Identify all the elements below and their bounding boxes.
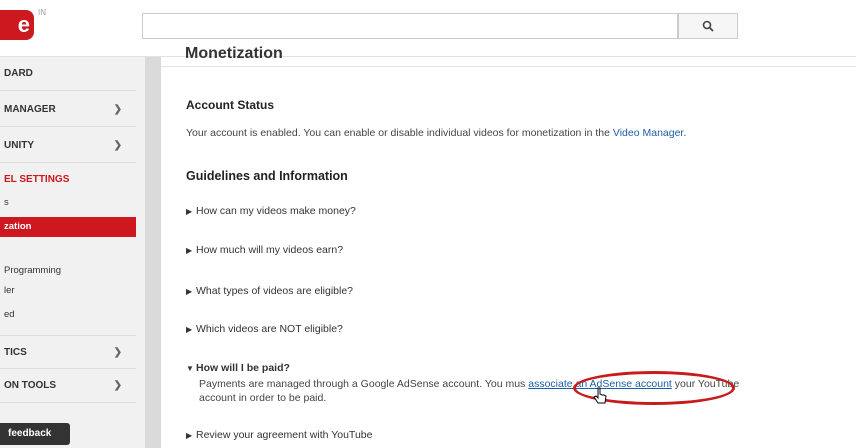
- faq-item[interactable]: ▶ How can my videos make money?: [186, 205, 356, 217]
- feedback-button[interactable]: feedback: [0, 423, 70, 445]
- search-input[interactable]: [142, 13, 678, 39]
- sidebar-item-label: MANAGER: [4, 104, 56, 115]
- paid-text-line2: account in order to be paid.: [199, 392, 327, 404]
- search-button[interactable]: [678, 13, 738, 39]
- sidebar-item-label: EL SETTINGS: [4, 174, 70, 185]
- main-content: Monetization Account Status Your account…: [161, 45, 856, 448]
- faq-item[interactable]: ▶ How much will my videos earn?: [186, 244, 343, 256]
- page-title: Monetization: [185, 45, 283, 62]
- guidelines-heading: Guidelines and Information: [186, 169, 348, 183]
- sidebar-item-channel-settings[interactable]: EL SETTINGS: [0, 163, 136, 197]
- sidebar-item-community[interactable]: UNITY ❯: [0, 129, 136, 163]
- hand-cursor-icon: [593, 387, 607, 404]
- sidebar-item-video-manager[interactable]: MANAGER ❯: [0, 93, 136, 127]
- sidebar-item-dashboard[interactable]: DARD: [0, 57, 136, 91]
- sidebar-subitem[interactable]: [0, 243, 136, 259]
- divider: [145, 57, 161, 448]
- sidebar-item-label: ON TOOLS: [4, 380, 57, 391]
- chevron-down-icon: ❯: [113, 347, 122, 358]
- sidebar-subitem[interactable]: s: [0, 195, 136, 211]
- faq-item-expanded[interactable]: ▼ How will I be paid?: [186, 362, 290, 374]
- sidebar-subitem-monetization[interactable]: zation: [0, 217, 136, 237]
- caret-down-icon: ▼: [186, 364, 194, 373]
- caret-right-icon: ▶: [186, 431, 193, 440]
- chevron-down-icon: ❯: [113, 140, 122, 151]
- sidebar-item-analytics[interactable]: TICS ❯: [0, 335, 136, 369]
- sidebar: DARD MANAGER ❯ UNITY ❯ EL SETTINGS s zatio…: [0, 57, 145, 448]
- caret-right-icon: ▶: [186, 287, 193, 296]
- sidebar-item-creation-tools[interactable]: ON TOOLS ❯: [0, 369, 136, 403]
- chevron-down-icon: ❯: [113, 104, 122, 115]
- sidebar-item-label: DARD: [4, 68, 33, 79]
- divider: [161, 66, 856, 67]
- caret-right-icon: ▶: [186, 325, 193, 334]
- sidebar-subitem-programming[interactable]: Programming: [0, 263, 136, 279]
- faq-item[interactable]: ▶ Review your agreement with YouTube: [186, 429, 372, 441]
- faq-item[interactable]: ▶ What types of videos are eligible?: [186, 285, 353, 297]
- sidebar-subitem[interactable]: ler: [0, 283, 136, 299]
- faq-item[interactable]: ▶ Which videos are NOT eligible?: [186, 323, 343, 335]
- youtube-logo[interactable]: e: [0, 10, 34, 40]
- sidebar-item-label: UNITY: [4, 140, 34, 151]
- chevron-down-icon: ❯: [113, 380, 122, 391]
- search-icon: [702, 20, 714, 32]
- sidebar-item-label: TICS: [4, 347, 27, 358]
- caret-right-icon: ▶: [186, 207, 193, 216]
- account-status-heading: Account Status: [186, 98, 275, 112]
- video-manager-link[interactable]: Video Manager: [613, 127, 683, 139]
- caret-right-icon: ▶: [186, 246, 193, 255]
- top-bar: e IN: [0, 0, 856, 57]
- sidebar-subitem[interactable]: ed: [0, 307, 136, 323]
- region-label: IN: [38, 8, 46, 17]
- account-status-text: Your account is enabled. You can enable …: [186, 127, 687, 139]
